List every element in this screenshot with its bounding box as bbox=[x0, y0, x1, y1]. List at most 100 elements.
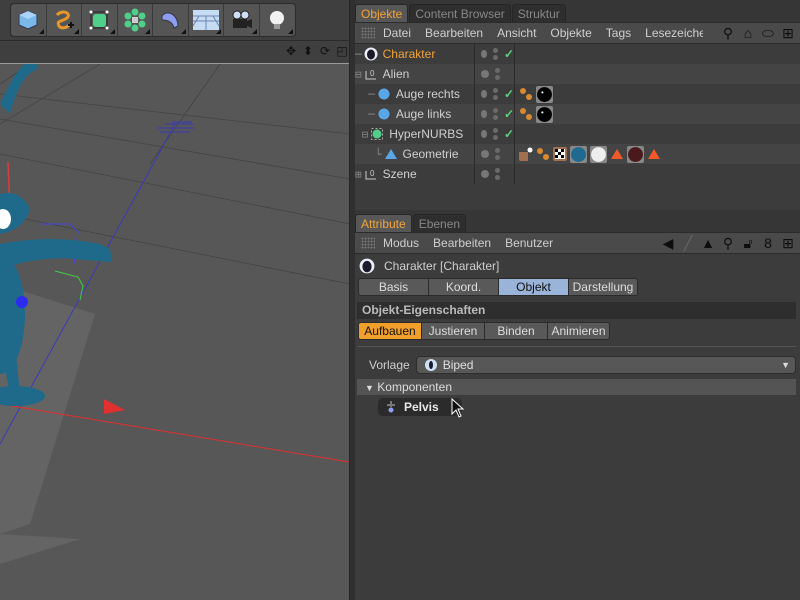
menu-lesezeichen[interactable]: Lesezeichen bbox=[645, 26, 703, 40]
object-name[interactable]: Auge rechts bbox=[396, 87, 460, 101]
object-name[interactable]: Geometrie bbox=[403, 147, 459, 161]
tab-binden[interactable]: Binden bbox=[484, 322, 547, 340]
camera-tool-button[interactable] bbox=[224, 4, 260, 36]
visibility-dot[interactable] bbox=[481, 130, 487, 138]
grip-handle-icon[interactable] bbox=[361, 27, 375, 39]
tab-struktur[interactable]: Struktur bbox=[511, 4, 566, 22]
subdivision-tool-button[interactable] bbox=[82, 4, 118, 36]
3d-viewport[interactable] bbox=[0, 63, 349, 600]
enabled-check-icon[interactable]: ✓ bbox=[504, 47, 514, 61]
visibility-dot[interactable] bbox=[481, 170, 489, 178]
material-brown-tag-icon[interactable] bbox=[627, 145, 644, 163]
visibility-dot[interactable] bbox=[481, 110, 487, 118]
komponenten-group[interactable]: ▼ Komponenten bbox=[357, 379, 796, 395]
attribute-manager: Attribute Ebenen Modus Bearbeiten Benutz… bbox=[355, 210, 800, 600]
material-blue-tag-icon[interactable] bbox=[570, 145, 587, 163]
tree-expander[interactable]: ⊟ bbox=[355, 128, 369, 141]
material-black-tag-icon[interactable] bbox=[536, 85, 553, 103]
object-name[interactable]: Szene bbox=[383, 167, 417, 181]
enabled-check-icon[interactable]: ✓ bbox=[504, 87, 514, 101]
pelvis-button[interactable]: Pelvis bbox=[378, 398, 462, 416]
rotate-icon[interactable]: ⟳ bbox=[318, 44, 332, 58]
render-dots[interactable] bbox=[492, 48, 498, 60]
search-icon[interactable]: ⚲ bbox=[720, 25, 736, 41]
array-tool-button[interactable] bbox=[118, 4, 153, 36]
menu-tags[interactable]: Tags bbox=[606, 26, 631, 40]
object-row-auge-links[interactable]: ─ Auge links ✓ bbox=[355, 104, 800, 124]
tab-animieren[interactable]: Animieren bbox=[547, 322, 610, 340]
new-window-icon[interactable]: ⊞ bbox=[780, 25, 796, 41]
visibility-dot[interactable] bbox=[481, 90, 487, 98]
render-dots[interactable] bbox=[492, 88, 498, 100]
home-icon[interactable]: ⌂ bbox=[740, 25, 756, 41]
menu-modus[interactable]: Modus bbox=[383, 236, 419, 250]
object-name[interactable]: Auge links bbox=[396, 107, 451, 121]
search-icon[interactable]: ⚲ bbox=[720, 235, 736, 251]
object-row-hypernurbs[interactable]: ⊟ HyperNURBS ✓ bbox=[355, 124, 800, 144]
zoom-icon[interactable]: ⬍ bbox=[301, 44, 315, 58]
forward-arrow-icon[interactable]: ╱ bbox=[680, 235, 696, 251]
menu-datei[interactable]: Datei bbox=[383, 26, 411, 40]
hypernurbs-icon bbox=[371, 128, 384, 140]
spline-tool-button[interactable] bbox=[47, 4, 82, 36]
tab-content-browser[interactable]: Content Browser bbox=[409, 4, 511, 22]
link-icon[interactable]: 8 bbox=[760, 235, 776, 251]
render-dots[interactable] bbox=[492, 108, 498, 120]
up-arrow-icon[interactable]: ▲ bbox=[700, 235, 716, 251]
enabled-check-icon[interactable]: ✓ bbox=[504, 107, 514, 121]
object-row-szene[interactable]: ⊞ 0 Szene bbox=[355, 164, 800, 184]
vorlage-dropdown[interactable]: Biped ▼ bbox=[415, 356, 796, 374]
selection-tag-icon[interactable] bbox=[647, 147, 661, 161]
object-name[interactable]: Charakter bbox=[383, 47, 436, 61]
grip-handle-icon[interactable] bbox=[361, 237, 375, 249]
visibility-dot[interactable] bbox=[481, 70, 489, 78]
menu-objekte[interactable]: Objekte bbox=[550, 26, 591, 40]
weight-tag-icon[interactable] bbox=[519, 147, 533, 161]
tab-attribute[interactable]: Attribute bbox=[355, 214, 412, 232]
object-row-charakter[interactable]: ─ Charakter ✓ bbox=[355, 44, 800, 64]
phong-tag-icon[interactable] bbox=[519, 87, 533, 101]
tab-objekt[interactable]: Objekt bbox=[498, 278, 568, 296]
tab-koord[interactable]: Koord. bbox=[428, 278, 498, 296]
menu-benutzer[interactable]: Benutzer bbox=[505, 236, 553, 250]
enabled-check-icon[interactable]: ✓ bbox=[504, 127, 514, 141]
tab-ebenen[interactable]: Ebenen bbox=[412, 214, 467, 232]
maximize-icon[interactable]: ◰ bbox=[335, 44, 349, 58]
floor-tool-button[interactable] bbox=[189, 4, 224, 36]
new-window-icon[interactable]: ⊞ bbox=[780, 235, 796, 251]
menu-bearbeiten[interactable]: Bearbeiten bbox=[425, 26, 483, 40]
object-row-alien[interactable]: ⊟ 0 Alien bbox=[355, 64, 800, 84]
move-icon[interactable]: ✥ bbox=[284, 44, 298, 58]
render-dots[interactable] bbox=[495, 168, 500, 180]
visibility-dot[interactable] bbox=[481, 50, 487, 58]
object-name[interactable]: HyperNURBS bbox=[389, 127, 463, 141]
tab-aufbauen[interactable]: Aufbauen bbox=[358, 322, 421, 340]
tree-expander[interactable]: ⊟ bbox=[355, 68, 362, 81]
tree-expander[interactable]: ⊞ bbox=[355, 168, 362, 181]
cube-tool-button[interactable] bbox=[11, 4, 47, 36]
visibility-dot[interactable] bbox=[481, 150, 489, 158]
material-white-tag-icon[interactable] bbox=[590, 145, 607, 163]
tab-basis[interactable]: Basis bbox=[358, 278, 428, 296]
menu-bearbeiten[interactable]: Bearbeiten bbox=[433, 236, 491, 250]
render-dots[interactable] bbox=[495, 148, 500, 160]
back-arrow-icon[interactable]: ◀ bbox=[660, 235, 676, 251]
phong-tag-icon[interactable] bbox=[519, 107, 533, 121]
object-name[interactable]: Alien bbox=[383, 67, 410, 81]
tab-objekte[interactable]: Objekte bbox=[355, 4, 409, 22]
deformer-tool-button[interactable] bbox=[153, 4, 189, 36]
material-black-tag-icon[interactable] bbox=[536, 105, 553, 123]
object-row-geometrie[interactable]: └ Geometrie bbox=[355, 144, 800, 164]
object-row-auge-rechts[interactable]: ─ Auge rechts ✓ bbox=[355, 84, 800, 104]
render-dots[interactable] bbox=[492, 128, 498, 140]
uvw-tag-icon[interactable] bbox=[553, 147, 567, 161]
light-tool-button[interactable] bbox=[260, 4, 295, 36]
menu-ansicht[interactable]: Ansicht bbox=[497, 26, 536, 40]
lock-icon[interactable]: 🔓︎ bbox=[740, 235, 756, 251]
tab-darstellung[interactable]: Darstellung bbox=[568, 278, 638, 296]
tab-justieren[interactable]: Justieren bbox=[421, 322, 484, 340]
render-dots[interactable] bbox=[495, 68, 500, 80]
eye-icon[interactable]: ⬭ bbox=[760, 25, 776, 41]
phong-tag-icon[interactable] bbox=[536, 147, 550, 161]
selection-tag-icon[interactable] bbox=[610, 147, 624, 161]
